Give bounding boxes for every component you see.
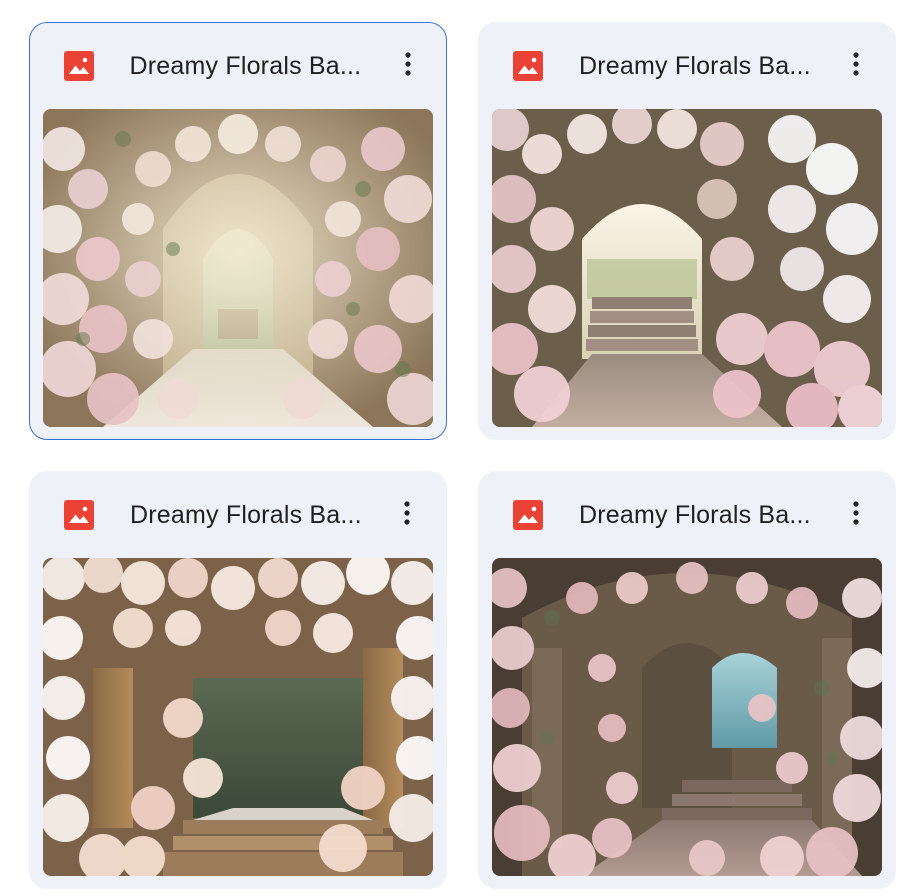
white-floral-arch-steps-image <box>43 558 433 876</box>
file-card-header: Dreamy Florals Ba... <box>478 471 896 557</box>
more-vert-icon <box>404 501 410 525</box>
file-card-header: Dreamy Florals Ba... <box>29 471 447 557</box>
file-grid: Dreamy Florals Ba... Dreamy Florals Ba..… <box>0 0 908 896</box>
file-card-header: Dreamy Florals Ba... <box>478 22 896 108</box>
file-thumbnail[interactable] <box>42 108 433 427</box>
floral-arch-corridor-image <box>42 108 433 427</box>
blue-door-floral-arch-image <box>492 558 882 876</box>
file-title[interactable]: Dreamy Florals Ba... <box>130 497 380 533</box>
file-title[interactable]: Dreamy Florals Ba... <box>579 48 829 84</box>
more-options-button[interactable] <box>838 46 874 82</box>
more-options-button[interactable] <box>389 495 425 531</box>
file-card[interactable]: Dreamy Florals Ba... <box>478 471 896 889</box>
file-card[interactable]: Dreamy Florals Ba... <box>29 471 447 889</box>
file-card[interactable]: Dreamy Florals Ba... <box>478 22 896 440</box>
image-file-icon <box>64 500 94 530</box>
more-options-button[interactable] <box>838 495 874 531</box>
image-file-icon <box>513 51 543 81</box>
file-title[interactable]: Dreamy Florals Ba... <box>579 497 829 533</box>
more-vert-icon <box>853 52 859 76</box>
file-card[interactable]: Dreamy Florals Ba... <box>29 22 447 440</box>
image-file-icon <box>513 500 543 530</box>
file-thumbnail[interactable] <box>492 109 882 427</box>
more-options-button[interactable] <box>390 46 426 82</box>
floral-garden-steps-image <box>492 109 882 427</box>
file-thumbnail[interactable] <box>43 558 433 876</box>
more-vert-icon <box>404 51 411 76</box>
file-title[interactable]: Dreamy Florals Ba... <box>130 48 380 84</box>
file-card-header: Dreamy Florals Ba... <box>30 23 446 109</box>
more-vert-icon <box>853 501 859 525</box>
file-thumbnail[interactable] <box>492 558 882 876</box>
image-file-icon <box>63 50 94 81</box>
